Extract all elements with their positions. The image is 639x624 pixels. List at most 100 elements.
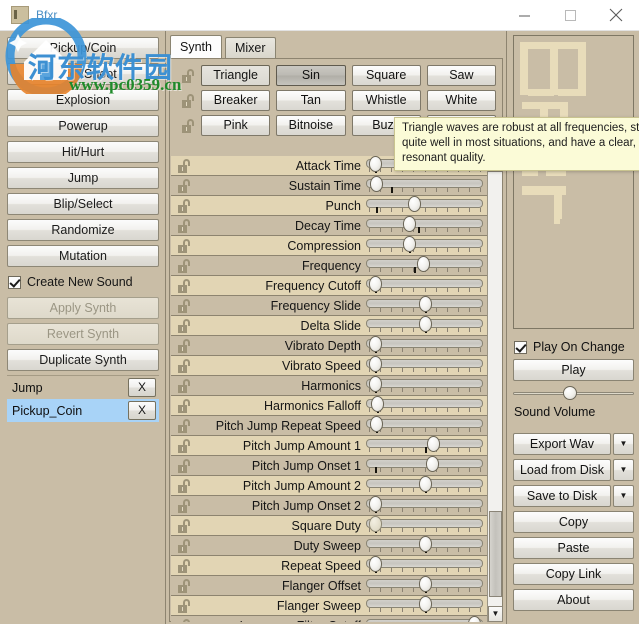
slider-track[interactable] [366, 276, 483, 293]
slider-track[interactable] [366, 456, 483, 473]
lock-toggle[interactable] [171, 495, 197, 517]
button-export-wav[interactable]: Export Wav [513, 433, 611, 455]
lock-toggle[interactable] [171, 515, 197, 537]
generator-button-pickup-coin[interactable]: Pickup/Coin [7, 37, 159, 59]
slider-thumb[interactable] [402, 236, 416, 252]
slider-track[interactable] [366, 436, 483, 453]
slider-track[interactable] [366, 176, 483, 193]
volume-thumb[interactable] [563, 386, 578, 400]
slider-track[interactable] [366, 576, 483, 593]
button-load-from-disk[interactable]: Load from Disk [513, 459, 611, 481]
slider-thumb[interactable] [369, 336, 383, 352]
slider-thumb[interactable] [408, 196, 421, 212]
slider-thumb[interactable] [418, 596, 432, 612]
waveform-button-pink[interactable]: Pink [201, 115, 271, 136]
slider-track[interactable] [366, 316, 483, 333]
slider-thumb[interactable] [425, 456, 439, 472]
slider-thumb[interactable] [467, 616, 481, 622]
generator-button-jump[interactable]: Jump [7, 167, 159, 189]
button-save-to-disk[interactable]: Save to Disk [513, 485, 611, 507]
generator-button-blip-select[interactable]: Blip/Select [7, 193, 159, 215]
scrollbar-thumb[interactable] [489, 510, 502, 598]
slider-track[interactable] [366, 336, 483, 353]
slider-thumb[interactable] [369, 156, 383, 172]
generator-button-laser-shoot[interactable]: Laser/Shoot [7, 63, 159, 85]
lock-toggle[interactable] [175, 65, 201, 87]
action-button-apply-synth[interactable]: Apply Synth [7, 297, 159, 319]
action-button-revert-synth[interactable]: Revert Synth [7, 323, 159, 345]
slider-track[interactable] [366, 616, 483, 622]
slider-thumb[interactable] [426, 436, 440, 452]
lock-toggle[interactable] [171, 175, 197, 197]
waveform-button-saw[interactable]: Saw [426, 65, 496, 86]
lock-toggle[interactable] [171, 615, 197, 622]
lock-toggle[interactable] [171, 455, 197, 477]
lock-toggle[interactable] [171, 335, 197, 357]
button-copy[interactable]: Copy [513, 511, 634, 533]
slider-track[interactable] [366, 596, 483, 613]
button-about[interactable]: About [513, 589, 634, 611]
button-paste[interactable]: Paste [513, 537, 634, 559]
slider-track[interactable] [366, 516, 483, 533]
lock-toggle[interactable] [171, 555, 197, 577]
slider-thumb[interactable] [369, 356, 383, 372]
maximize-icon[interactable] [547, 0, 593, 31]
sound-list-item[interactable]: Pickup_Coin X [7, 399, 159, 422]
waveform-button-square[interactable]: Square [351, 65, 421, 86]
slider-track[interactable] [366, 216, 483, 233]
lock-toggle[interactable] [171, 235, 197, 257]
generator-button-randomize[interactable]: Randomize [7, 219, 159, 241]
minimize-icon[interactable] [501, 0, 547, 31]
slider-thumb[interactable] [369, 496, 383, 512]
remove-sound-button[interactable]: X [128, 401, 156, 420]
waveform-button-sin[interactable]: Sin [276, 65, 346, 86]
close-icon[interactable] [593, 0, 639, 31]
waveform-button-triangle[interactable]: Triangle [201, 65, 271, 86]
slider-track[interactable] [366, 536, 483, 553]
lock-toggle[interactable] [171, 195, 197, 217]
lock-toggle[interactable] [171, 156, 197, 177]
waveform-button-whistle[interactable]: Whistle [351, 90, 421, 111]
generator-button-mutation[interactable]: Mutation [7, 245, 159, 267]
slider-thumb[interactable] [418, 476, 432, 492]
lock-toggle[interactable] [171, 255, 197, 277]
generator-button-powerup[interactable]: Powerup [7, 115, 159, 137]
slider-track[interactable] [366, 296, 483, 313]
tab-mixer[interactable]: Mixer [224, 37, 276, 59]
slider-thumb[interactable] [418, 536, 432, 552]
sound-list-item[interactable]: Jump X [7, 376, 159, 399]
play-on-change-checkbox[interactable]: Play On Change [514, 337, 633, 357]
slider-thumb[interactable] [418, 576, 432, 592]
remove-sound-button[interactable]: X [128, 378, 156, 397]
chevron-down-icon[interactable]: ▼ [613, 459, 634, 481]
slider-track[interactable] [366, 376, 483, 393]
lock-toggle[interactable] [171, 415, 197, 437]
chevron-down-icon[interactable]: ▼ [613, 485, 634, 507]
slider-track[interactable] [366, 356, 483, 373]
play-button[interactable]: Play [513, 359, 634, 381]
slider-track[interactable] [366, 416, 483, 433]
lock-toggle[interactable] [171, 535, 197, 557]
lock-toggle[interactable] [175, 115, 201, 137]
tab-synth[interactable]: Synth [170, 35, 222, 59]
slider-thumb[interactable] [418, 296, 432, 312]
lock-toggle[interactable] [171, 595, 197, 617]
slider-track[interactable] [366, 476, 483, 493]
lock-toggle[interactable] [171, 275, 197, 297]
action-button-duplicate-synth[interactable]: Duplicate Synth [7, 349, 159, 371]
slider-thumb[interactable] [369, 556, 383, 572]
lock-toggle[interactable] [175, 90, 201, 112]
generator-button-explosion[interactable]: Explosion [7, 89, 159, 111]
scroll-down-arrow-icon[interactable]: ▼ [488, 606, 503, 622]
slider-track[interactable] [366, 496, 483, 513]
lock-toggle[interactable] [171, 435, 197, 457]
lock-toggle[interactable] [171, 315, 197, 337]
lock-toggle[interactable] [171, 475, 197, 497]
chevron-down-icon[interactable]: ▼ [613, 433, 634, 455]
slider-thumb[interactable] [402, 216, 416, 232]
generator-button-hit-hurt[interactable]: Hit/Hurt [7, 141, 159, 163]
lock-toggle[interactable] [171, 375, 197, 397]
slider-track[interactable] [366, 396, 483, 413]
waveform-button-white[interactable]: White [426, 90, 496, 111]
button-copy-link[interactable]: Copy Link [513, 563, 634, 585]
